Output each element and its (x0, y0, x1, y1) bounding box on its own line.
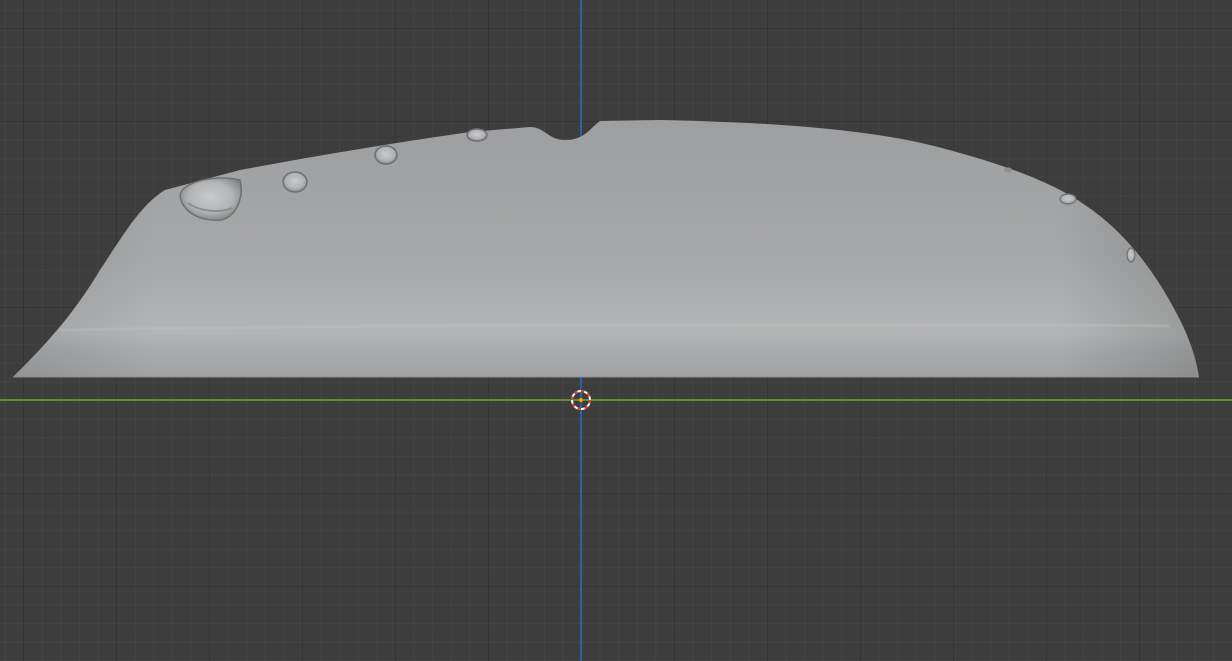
mesh-hole-2 (282, 171, 308, 193)
mesh-notch-right (1004, 167, 1012, 173)
mesh-object[interactable] (0, 0, 1232, 661)
3d-viewport[interactable] (0, 0, 1232, 661)
mesh-hole-right-1 (1059, 193, 1077, 205)
mesh-hole-3 (374, 145, 398, 165)
mesh-body (13, 120, 1199, 378)
mesh-hole-4 (466, 128, 488, 142)
3d-cursor-icon[interactable] (570, 389, 592, 411)
mesh-hole-right-2 (1126, 247, 1136, 263)
